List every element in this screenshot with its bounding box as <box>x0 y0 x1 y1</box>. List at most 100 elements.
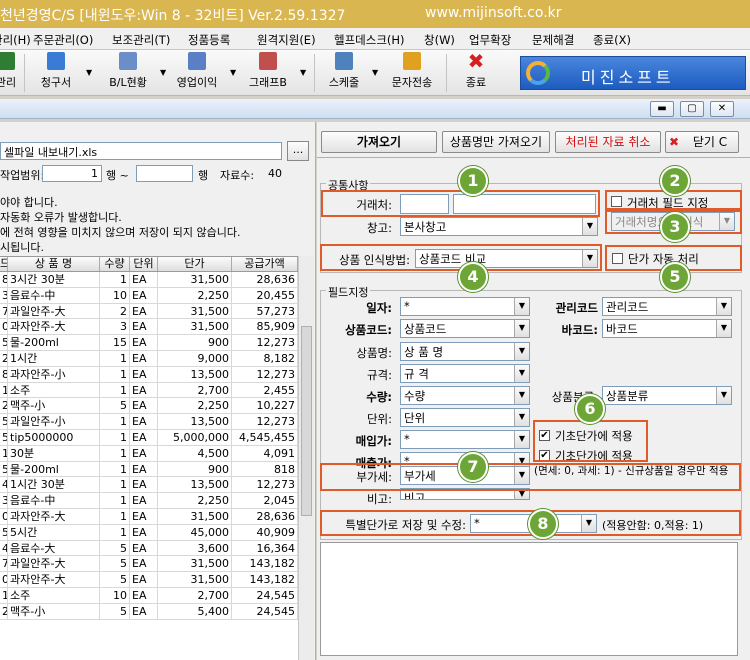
fetch-button[interactable]: 가져오기 <box>321 131 437 153</box>
close-c-button[interactable]: ✖ 닫기 C <box>665 131 739 153</box>
menu-troubleshoot[interactable]: 문제해결 <box>532 32 574 48</box>
range-label: 작업범위: <box>0 169 45 182</box>
table-row[interactable]: 1소주10EA2,70024,545 <box>0 587 298 604</box>
memo-area[interactable] <box>320 542 738 656</box>
spec-select[interactable]: 규 격 ▼ <box>400 364 530 383</box>
chevron-down-icon[interactable]: ▼ <box>230 68 236 77</box>
menu-register[interactable]: 정품등록 <box>188 32 230 48</box>
category-select[interactable]: 상품분류 ▼ <box>602 386 732 405</box>
table-cell: 31,500 <box>158 319 232 335</box>
table-row[interactable]: 5물-200ml15EA90012,273 <box>0 335 298 351</box>
data-grid[interactable]: 드상 품 명수량단위단가공급가액 83시간 30분1EA31,50028,636… <box>0 256 298 660</box>
chevron-down-icon[interactable]: ▼ <box>86 68 92 77</box>
range-from-input[interactable]: 1 <box>42 165 102 182</box>
table-row[interactable]: 3음료수-中1EA2,2502,045 <box>0 493 298 509</box>
mgmt-code-select[interactable]: 관리코드 ▼ <box>602 297 732 316</box>
grid-column-header[interactable]: 상 품 명 <box>8 257 100 271</box>
menu-window[interactable]: 창(W) <box>424 32 455 48</box>
menu-remote[interactable]: 원격지원(E) <box>257 32 316 48</box>
warehouse-select[interactable]: 본사창고 ▼ <box>400 217 598 236</box>
table-row[interactable]: 2맥주-小5EA2,25010,227 <box>0 398 298 415</box>
close-button[interactable]: ✕ <box>710 101 734 117</box>
chevron-down-icon[interactable]: ▼ <box>372 68 378 77</box>
table-cell: EA <box>130 382 158 398</box>
table-row[interactable]: 0과자안주-大5EA31,500143,182 <box>0 572 298 588</box>
table-row[interactable]: 2맥주-小5EA5,40024,545 <box>0 603 298 620</box>
scroll-thumb[interactable] <box>301 326 312 516</box>
table-row[interactable]: 0과자안주-大1EA31,50028,636 <box>0 508 298 525</box>
table-cell: 2,700 <box>158 382 232 398</box>
product-name-label: 상품명: <box>356 346 392 360</box>
table-cell: 57,273 <box>232 303 298 319</box>
product-name-select[interactable]: 상 품 명 ▼ <box>400 342 530 361</box>
toolbar-separator <box>314 54 315 92</box>
buy-price-select[interactable]: * ▼ <box>400 430 530 449</box>
table-row[interactable]: 5물-200ml1EA900818 <box>0 461 298 478</box>
table-row[interactable]: 7과일안주-大2EA31,50057,273 <box>0 303 298 320</box>
toolbar-manage-button[interactable]: 관리 <box>0 52 18 90</box>
table-row[interactable]: 55시간1EA45,00040,909 <box>0 524 298 541</box>
maximize-button[interactable]: ▢ <box>680 101 704 117</box>
logo-icon <box>526 61 550 85</box>
notice-line: 자동화 오류가 발생합니다. <box>0 211 122 224</box>
unit-select[interactable]: 단위 ▼ <box>400 408 530 427</box>
highlight-base-price <box>533 420 648 462</box>
menu-order[interactable]: 주문관리(O) <box>33 32 93 48</box>
table-row[interactable]: 4음료수-大5EA3,60016,364 <box>0 540 298 557</box>
table-cell: 음료수-大 <box>8 540 100 556</box>
product-code-select[interactable]: 상품코드 ▼ <box>400 319 530 338</box>
vertical-scrollbar[interactable] <box>298 256 314 660</box>
table-cell: 2 <box>0 603 8 619</box>
toolbar-schedule-button[interactable]: 스케줄 <box>322 52 366 90</box>
table-row[interactable]: 83시간 30분1EA31,50028,636 <box>0 272 298 288</box>
table-cell: 31,500 <box>158 556 232 572</box>
toolbar-exit-button[interactable]: ✖ 종료 <box>456 51 496 90</box>
table-cell: 5,000,000 <box>158 429 232 445</box>
table-row[interactable]: 3음료수-中10EA2,25020,455 <box>0 287 298 304</box>
grid-column-header[interactable]: 단위 <box>130 257 158 271</box>
menu-extension[interactable]: 업무확장 <box>469 32 511 48</box>
browse-button[interactable]: ... <box>287 141 309 161</box>
menu-helpdesk[interactable]: 헬프데스크(H) <box>334 32 405 48</box>
range-to-input[interactable] <box>136 165 193 182</box>
grid-column-header[interactable]: 단가 <box>158 257 232 271</box>
table-row[interactable]: 21시간1EA9,0008,182 <box>0 350 298 367</box>
table-cell: 5 <box>100 603 130 619</box>
table-cell: 1 <box>100 477 130 493</box>
toolbar-sales-profit-button[interactable]: 영업이익 <box>172 52 222 90</box>
unit-label: 단위: <box>366 412 392 426</box>
toolbar-bl-status-button[interactable]: B/L현황 <box>100 52 156 90</box>
grid-column-header[interactable]: 드 <box>0 257 8 271</box>
minimize-button[interactable]: ▬ <box>650 101 674 117</box>
cancel-processed-button[interactable]: 처리된 자료 취소 <box>555 131 661 153</box>
grid-header: 드상 품 명수량단위단가공급가액 <box>0 257 298 272</box>
fetch-name-only-button[interactable]: 상품명만 가져오기 <box>442 131 550 153</box>
date-select[interactable]: * ▼ <box>400 297 530 316</box>
schedule-icon <box>335 52 353 70</box>
table-row[interactable]: 7과일안주-大5EA31,500143,182 <box>0 556 298 573</box>
menu-aux[interactable]: 보조관리(T) <box>112 32 170 48</box>
table-cell: 28,636 <box>232 272 298 287</box>
menu-manage[interactable]: 관리(H) <box>0 32 31 48</box>
table-row[interactable]: 5tip50000001EA5,000,0004,545,455 <box>0 429 298 446</box>
grid-column-header[interactable]: 수량 <box>100 257 130 271</box>
table-cell: 28,636 <box>232 508 298 524</box>
toolbar-invoice-button[interactable]: 청구서 <box>34 52 78 90</box>
toolbar-sms-button[interactable]: 문자전송 <box>386 52 438 90</box>
chevron-down-icon[interactable]: ▼ <box>300 68 306 77</box>
table-cell: 2,455 <box>232 382 298 398</box>
chevron-down-icon[interactable]: ▼ <box>160 68 166 77</box>
table-row[interactable]: 8과자안주-小1EA13,50012,273 <box>0 366 298 383</box>
table-row[interactable]: 5과일안주-小1EA13,50012,273 <box>0 414 298 430</box>
file-path-input[interactable]: 셀파일 내보내기.xls <box>0 142 282 160</box>
toolbar-graph-button[interactable]: 그래프B <box>244 52 292 90</box>
table-row[interactable]: 1소주1EA2,7002,455 <box>0 382 298 399</box>
table-row[interactable]: 0과자안주-大3EA31,50085,909 <box>0 319 298 336</box>
grid-column-header[interactable]: 공급가액 <box>232 257 298 271</box>
table-row[interactable]: 41시간 30분1EA13,50012,273 <box>0 477 298 494</box>
menu-exit[interactable]: 종료(X) <box>593 32 631 48</box>
qty-select[interactable]: 수량 ▼ <box>400 386 530 405</box>
table-cell: EA <box>130 272 158 287</box>
table-row[interactable]: 130분1EA4,5004,091 <box>0 445 298 462</box>
barcode-select[interactable]: 바코드 ▼ <box>602 319 732 338</box>
